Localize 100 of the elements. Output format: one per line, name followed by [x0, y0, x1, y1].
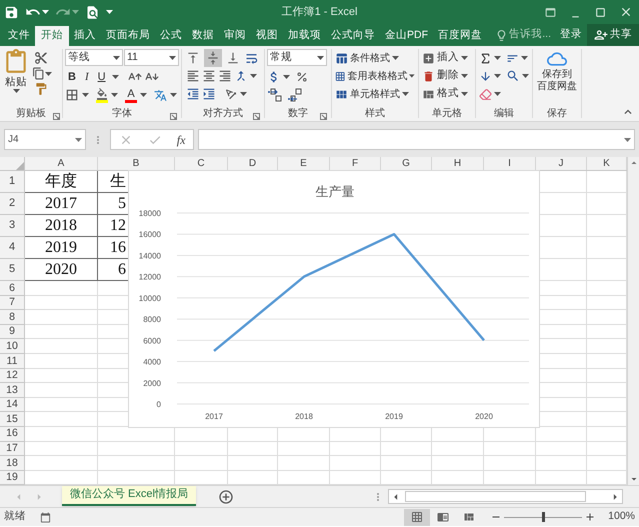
caret-icon[interactable]: [317, 56, 324, 60]
launcher-icon[interactable]: [170, 113, 177, 120]
launcher-icon[interactable]: [320, 113, 327, 120]
font-name-field[interactable]: 等线: [65, 49, 123, 66]
ribbon-tab[interactable]: 视图: [251, 26, 283, 46]
borders-icon[interactable]: [65, 88, 79, 102]
maximize-icon[interactable]: [594, 6, 607, 18]
orientation-icon[interactable]: [224, 87, 238, 101]
caret-icon[interactable]: [82, 93, 89, 97]
row-header[interactable]: 8: [9, 312, 15, 322]
save-to-cloud-button[interactable]: 保存到 百度网盘: [533, 49, 581, 93]
column-header[interactable]: J: [558, 157, 564, 171]
styles-menu-button[interactable]: 单元格样式: [335, 85, 415, 103]
horizontal-scrollbar[interactable]: [388, 489, 623, 504]
caret-icon[interactable]: [250, 74, 257, 78]
row-header[interactable]: 7: [9, 297, 15, 308]
normal-view-icon[interactable]: [404, 508, 430, 526]
ribbon-tab[interactable]: 插入: [69, 26, 101, 46]
caret-icon[interactable]: [494, 92, 501, 96]
caret-icon[interactable]: [12, 89, 20, 93]
share-button[interactable]: 共享: [587, 24, 639, 46]
bold-button[interactable]: B: [65, 68, 79, 86]
fill-color-icon[interactable]: [96, 88, 108, 102]
column-header[interactable]: B: [132, 157, 140, 171]
caret-icon[interactable]: [112, 75, 119, 79]
cells-menu-button[interactable]: 插入: [422, 49, 472, 67]
column-header[interactable]: F: [352, 157, 358, 171]
zoom-slider-thumb[interactable]: [542, 512, 546, 522]
ribbon-tab[interactable]: 审阅: [219, 26, 251, 46]
caret-icon[interactable]: [240, 92, 247, 96]
increase-decimal-icon[interactable]: [267, 88, 283, 102]
row-header[interactable]: 6: [9, 282, 15, 294]
column-header[interactable]: D: [248, 157, 256, 171]
column-header[interactable]: H: [454, 157, 462, 171]
caret-icon[interactable]: [283, 75, 290, 79]
caret-icon[interactable]: [111, 93, 118, 97]
number-format-field[interactable]: 常规: [267, 49, 327, 66]
caret-icon[interactable]: [140, 93, 147, 97]
caret-icon[interactable]: [409, 74, 415, 78]
zoom-in-icon[interactable]: [584, 511, 596, 523]
copy-icon[interactable]: [32, 67, 45, 80]
decrease-decimal-icon[interactable]: [287, 88, 303, 102]
ribbon-tab[interactable]: 金山PDF: [380, 26, 433, 46]
font-size-field[interactable]: 11: [124, 49, 179, 66]
caret-icon[interactable]: [45, 72, 52, 76]
fill-icon[interactable]: [479, 70, 492, 82]
add-sheet-icon[interactable]: [218, 488, 234, 504]
vertical-align-icon[interactable]: [204, 49, 222, 67]
caret-icon[interactable]: [494, 74, 501, 78]
column-header[interactable]: A: [58, 157, 64, 171]
launcher-icon[interactable]: [253, 113, 260, 120]
find-icon[interactable]: [506, 69, 520, 83]
ribbon-tab[interactable]: 文件: [3, 26, 35, 46]
sign-in-button[interactable]: 登录: [555, 24, 587, 46]
align-right-icon[interactable]: [218, 69, 232, 83]
caret-icon[interactable]: [75, 138, 82, 142]
phonetic-icon[interactable]: [154, 88, 167, 102]
ribbon-tab[interactable]: 开始: [35, 26, 69, 46]
ribbon-display-icon[interactable]: [544, 6, 557, 18]
tell-me-field[interactable]: 告诉我...: [509, 27, 551, 43]
align-center-icon[interactable]: [202, 69, 216, 83]
caret-icon[interactable]: [392, 56, 399, 60]
insert-function-button[interactable]: fx: [176, 130, 186, 148]
italic-button[interactable]: I: [82, 68, 92, 86]
styles-menu-button[interactable]: 条件格式: [335, 49, 415, 67]
caret-icon[interactable]: [461, 92, 468, 96]
caret-icon[interactable]: [402, 92, 409, 96]
ribbon-tab[interactable]: 加载项: [283, 26, 326, 46]
column-header[interactable]: E: [300, 157, 307, 171]
sheet-tab[interactable]: 微信公众号 Excel情报局: [62, 486, 196, 506]
cells-menu-button[interactable]: 删除: [422, 67, 472, 85]
ribbon-tab[interactable]: 公式向导: [326, 26, 380, 46]
caret-icon[interactable]: [461, 56, 468, 60]
macro-record-icon[interactable]: [40, 512, 51, 522]
decrease-indent-icon[interactable]: [186, 87, 200, 101]
caret-icon[interactable]: [494, 56, 501, 60]
increase-indent-icon[interactable]: [202, 87, 216, 101]
font-color-button[interactable]: A: [125, 88, 137, 102]
formula-input[interactable]: [198, 129, 635, 150]
percent-icon[interactable]: [296, 71, 308, 83]
scrollbar-thumb[interactable]: [405, 491, 586, 502]
eraser-icon[interactable]: [479, 88, 492, 100]
align-left-icon[interactable]: [186, 69, 200, 83]
caret-icon[interactable]: [113, 56, 120, 60]
name-box[interactable]: J4: [4, 129, 86, 150]
autosum-icon[interactable]: [479, 52, 492, 64]
row-header[interactable]: 9: [9, 326, 15, 337]
print-preview-icon[interactable]: [85, 4, 100, 20]
lightbulb-icon[interactable]: [495, 28, 508, 42]
caret-icon[interactable]: [170, 93, 177, 97]
styles-menu-button[interactable]: 套用表格格式: [335, 67, 415, 85]
save-icon[interactable]: [4, 4, 19, 20]
caret-icon[interactable]: [461, 74, 468, 78]
column-header[interactable]: K: [603, 157, 610, 171]
caret-icon[interactable]: [522, 74, 529, 78]
caret-icon[interactable]: [169, 56, 176, 60]
ribbon-tab[interactable]: 数据: [187, 26, 219, 46]
zoom-level[interactable]: 100%: [608, 509, 639, 525]
underline-button[interactable]: U: [94, 68, 109, 86]
zoom-slider[interactable]: [504, 512, 582, 522]
